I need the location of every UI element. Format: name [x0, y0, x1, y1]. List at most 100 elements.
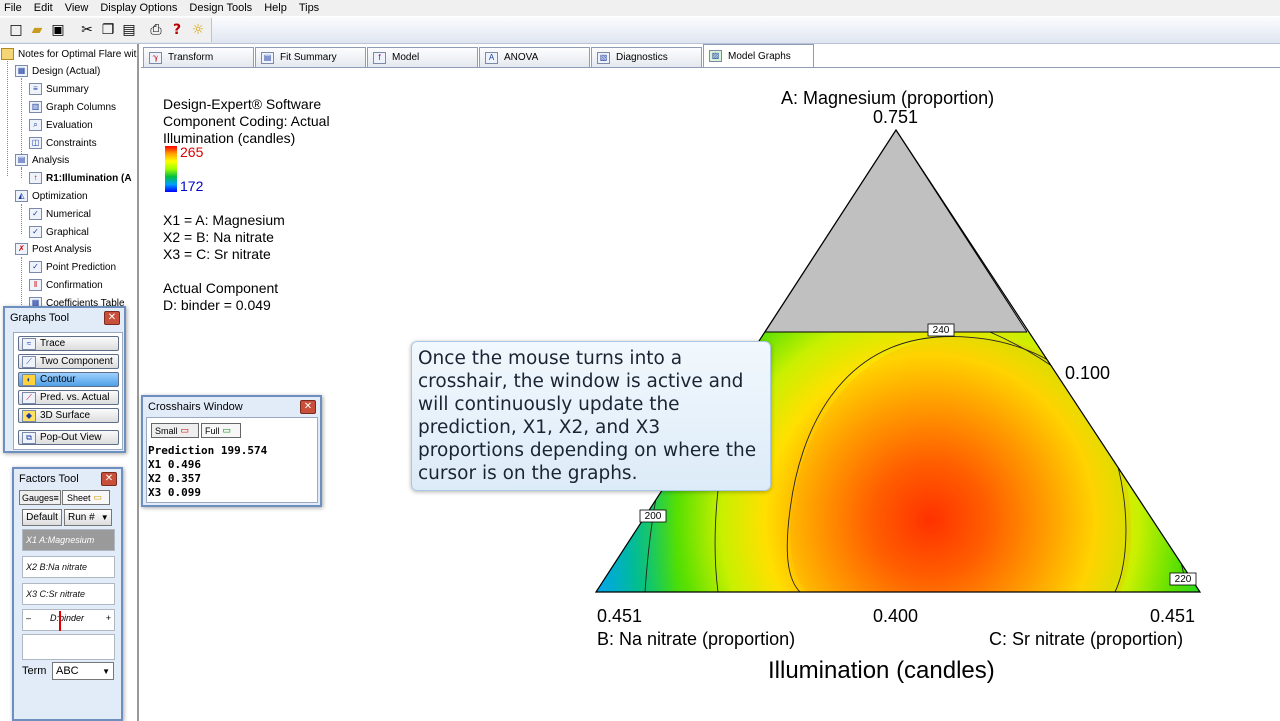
contour-button[interactable]: ◐ Contour: [18, 372, 119, 387]
two-component-icon: ⟋: [22, 355, 36, 368]
menu-file[interactable]: File: [4, 2, 22, 14]
contour-label-240: 240: [927, 323, 955, 337]
help-icon[interactable]: ?: [169, 21, 185, 39]
tree-item-response[interactable]: ↑ R1:Illumination (A: [29, 170, 132, 186]
model-graphs-icon: ▨: [709, 50, 722, 62]
tab-transform[interactable]: ℽ Transform: [143, 47, 254, 67]
tree-item-optimization[interactable]: ◭ Optimization: [15, 188, 88, 204]
term-label: Term: [22, 665, 47, 677]
save-icon[interactable]: ▣: [50, 21, 66, 39]
numerical-icon: ✓: [29, 208, 42, 220]
tree-item-point-prediction[interactable]: ✓ Point Prediction: [29, 259, 116, 275]
gauges-icon: ≡: [53, 492, 59, 503]
contour-label-220: 220: [1169, 572, 1197, 586]
gauges-tab[interactable]: Gauges ≡: [19, 490, 61, 505]
close-icon[interactable]: ✕: [300, 400, 316, 414]
x3-readout: X3 0.099: [148, 486, 201, 499]
tab-diagnostics[interactable]: ▧ Diagnostics: [591, 47, 702, 67]
copy-icon[interactable]: ❐: [100, 21, 116, 39]
two-component-button[interactable]: ⟋ Two Component: [18, 354, 119, 369]
left-bottom-value: 0.451: [597, 606, 643, 626]
component-coding: Component Coding: Actual: [163, 113, 330, 129]
cut-icon[interactable]: ✂: [79, 21, 95, 39]
graphs-tool-palette: Graphs Tool ✕ ≈ Trace ⟋ Two Component ◐ Cont…: [3, 306, 126, 453]
print-icon[interactable]: ⎙: [148, 21, 164, 39]
tree-item-constraints[interactable]: ◫ Constraints: [29, 135, 97, 151]
new-file-icon[interactable]: □: [8, 21, 24, 39]
svg-text:220: 220: [1175, 574, 1192, 585]
x3-definition: X3 = C: Sr nitrate: [163, 246, 271, 262]
tree-item-graph-columns[interactable]: ▥ Graph Columns: [29, 99, 116, 115]
tree-item-graphical[interactable]: ✓ Graphical: [29, 224, 89, 240]
chevron-down-icon: ▼: [102, 666, 110, 676]
right-axis-title: C: Sr nitrate (proportion): [989, 629, 1184, 649]
close-icon[interactable]: ✕: [104, 311, 120, 325]
paste-icon[interactable]: ▤: [121, 21, 137, 39]
menu-help[interactable]: Help: [264, 2, 287, 14]
graph-info: Design-Expert® Software Component Coding…: [163, 96, 330, 147]
small-view-icon: ▭: [180, 425, 190, 435]
optimization-icon: ◭: [15, 190, 28, 202]
x2-definition: X2 = B: Na nitrate: [163, 229, 274, 245]
small-view-button[interactable]: Small ▭: [151, 423, 199, 438]
transform-icon: ℽ: [149, 51, 162, 64]
tab-model-graphs[interactable]: ▨ Model Graphs: [703, 44, 814, 68]
crosshairs-titlebar: Crosshairs Window ✕: [143, 397, 320, 417]
binder-slider[interactable]: – + D:binder: [22, 609, 115, 631]
tree-item-root[interactable]: Notes for Optimal Flare wit: [1, 46, 136, 62]
graphs-tool-titlebar: Graphs Tool ✕: [5, 308, 124, 328]
chevron-down-icon: ▼: [100, 513, 109, 522]
pred-vs-actual-button[interactable]: ⟋ Pred. vs. Actual: [18, 390, 119, 405]
factor-x1-gauge[interactable]: X1 A:Magnesium: [22, 529, 115, 551]
tab-fit-summary[interactable]: ▤ Fit Summary: [255, 47, 366, 67]
diagnostics-icon: ▧: [597, 51, 610, 64]
3d-surface-button[interactable]: ◆ 3D Surface: [18, 408, 119, 423]
tree-item-design[interactable]: ▦ Design (Actual): [15, 63, 100, 79]
menu-bar: File Edit View Display Options Design To…: [0, 0, 1280, 16]
x1-readout: X1 0.496: [148, 458, 201, 471]
menu-design-tools[interactable]: Design Tools: [189, 2, 252, 14]
tree-item-confirmation[interactable]: ‖ Confirmation: [29, 277, 103, 293]
3d-surface-icon: ◆: [22, 409, 36, 422]
factors-tool-titlebar: Factors Tool ✕: [14, 469, 121, 489]
tree-item-summary[interactable]: ≡ Summary: [29, 81, 89, 97]
factor-x2-gauge[interactable]: X2 B:Na nitrate: [22, 556, 115, 578]
term-dropdown[interactable]: ABC ▼: [52, 662, 114, 680]
svg-text:240: 240: [933, 325, 950, 336]
tip-bulb-icon[interactable]: ☼: [190, 21, 206, 39]
tree-item-evaluation[interactable]: ⌕ Evaluation: [29, 117, 93, 133]
close-icon[interactable]: ✕: [101, 472, 117, 486]
tab-anova[interactable]: A ANOVA: [479, 47, 590, 67]
menu-tips[interactable]: Tips: [299, 2, 319, 14]
folder-icon: [1, 48, 14, 60]
pred-vs-actual-icon: ⟋: [22, 391, 36, 404]
constraints-icon: ◫: [29, 137, 42, 149]
sheet-tab[interactable]: Sheet ▭: [62, 490, 110, 505]
menu-view[interactable]: View: [65, 2, 89, 14]
menu-display-options[interactable]: Display Options: [100, 2, 177, 14]
run-dropdown[interactable]: Run # ▼: [64, 509, 112, 526]
full-view-button[interactable]: Full ▭: [201, 423, 241, 438]
tree-item-analysis[interactable]: ▤ Analysis: [15, 152, 69, 168]
factor-x3-gauge[interactable]: X3 C:Sr nitrate: [22, 583, 115, 605]
graph-columns-icon: ▥: [29, 101, 42, 113]
tip-callout: Once the mouse turns into a crosshair, t…: [411, 341, 771, 491]
full-view-icon: ▭: [222, 425, 232, 435]
crosshairs-window[interactable]: Crosshairs Window ✕ Small ▭ Full ▭ Predicti…: [141, 395, 322, 507]
post-analysis-icon: ✗: [15, 243, 28, 255]
menu-edit[interactable]: Edit: [34, 2, 53, 14]
open-folder-icon[interactable]: ▰: [29, 21, 45, 39]
toolbar-strip: □ ▰ ▣ ✂ ❐ ▤ ⎙ ? ☼: [0, 18, 212, 42]
default-button[interactable]: Default: [22, 509, 62, 526]
software-name: Design-Expert® Software: [163, 96, 322, 112]
pop-out-view-button[interactable]: ⧉ Pop-Out View: [18, 430, 119, 445]
binder-value: D: binder = 0.049: [163, 297, 271, 313]
evaluation-icon: ⌕: [29, 119, 42, 131]
binder-slider-handle[interactable]: [59, 611, 61, 631]
trace-button[interactable]: ≈ Trace: [18, 336, 119, 351]
tree-item-post-analysis[interactable]: ✗ Post Analysis: [15, 241, 91, 257]
tab-model[interactable]: f Model: [367, 47, 478, 67]
right-bottom-value: 0.451: [1150, 606, 1196, 626]
contour-label-200: 200: [639, 509, 667, 523]
tree-item-numerical[interactable]: ✓ Numerical: [29, 206, 91, 222]
